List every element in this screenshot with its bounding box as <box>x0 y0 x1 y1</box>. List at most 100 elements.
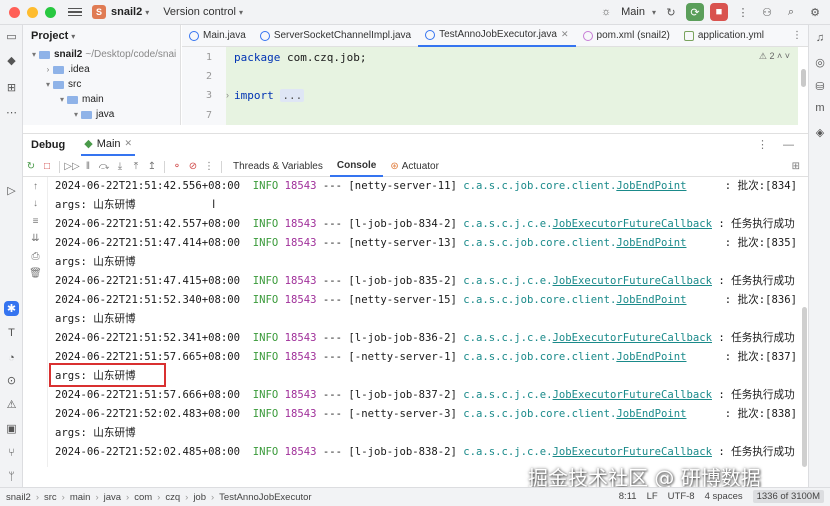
line-ending[interactable]: LF <box>647 491 658 502</box>
clear-console-icon[interactable]: 🗑 <box>29 268 42 279</box>
fold-expand-icon[interactable]: › <box>226 90 229 100</box>
git-branch-icon[interactable]: ᛘ <box>4 469 19 484</box>
scroll-down-icon[interactable]: ↓ <box>29 198 42 209</box>
tab-serversocketchannelimpl[interactable]: ServerSocketChannelImpl.java <box>253 25 418 47</box>
log-class-link[interactable]: JobExecutorFutureCallback <box>553 218 712 230</box>
editor-scrollbar[interactable] <box>801 69 806 87</box>
code-editor[interactable]: 1 package com.czq.job; 2 3 › import ... … <box>182 47 808 125</box>
breadcrumb-item[interactable]: job <box>193 492 206 503</box>
notifications-icon[interactable]: ♫ <box>813 31 827 45</box>
view-breakpoints-icon[interactable]: ⚬ <box>169 161 185 172</box>
resume-icon[interactable]: ⟳ <box>686 3 704 21</box>
file-encoding[interactable]: UTF-8 <box>668 491 695 502</box>
scroll-to-end-icon[interactable]: ⇊ <box>29 233 42 244</box>
print-icon[interactable]: ⎙ <box>29 251 42 262</box>
terminal-tool-icon[interactable]: T <box>4 325 19 340</box>
inspection-warnings[interactable]: ⚠ 2 ˄ ˅ <box>759 51 790 62</box>
breadcrumb-item[interactable]: java <box>104 492 121 503</box>
commit-tool-icon[interactable]: ◆ <box>4 53 19 68</box>
log-class-link[interactable]: JobEndPoint <box>616 408 686 420</box>
version-control-tool-icon[interactable]: ⑂ <box>4 445 19 460</box>
main-menu-icon[interactable] <box>68 7 82 17</box>
structure-tool-icon[interactable]: ⊞ <box>4 80 19 95</box>
tab-main-java[interactable]: Main.java <box>182 25 253 47</box>
tree-item-src[interactable]: ▾ src <box>23 77 180 92</box>
rerun-icon[interactable]: ↻ <box>662 3 680 21</box>
resume-program-icon[interactable]: ▷▷ <box>64 161 80 172</box>
run-dashboard-icon[interactable]: ▷ <box>4 183 19 198</box>
zoom-window-button[interactable] <box>45 6 56 18</box>
log-class-link[interactable]: JobEndPoint <box>616 237 686 249</box>
soft-wrap-icon[interactable]: ≡ <box>29 216 42 227</box>
project-panel-header[interactable]: Project ▾ <box>23 25 180 47</box>
run-configuration-selector[interactable]: Main ▾ <box>621 6 656 18</box>
project-tool-icon[interactable]: ▭ <box>4 29 19 44</box>
run-tool-icon[interactable]: ⊙ <box>4 373 19 388</box>
settings-gear-icon[interactable]: ⚙ <box>806 3 824 21</box>
project-switcher[interactable]: snail2 <box>111 6 142 18</box>
tab-console[interactable]: Console <box>329 157 384 177</box>
mute-breakpoints-icon[interactable]: ⊘ <box>185 161 201 172</box>
breadcrumb-item[interactable]: snail2 <box>6 492 31 503</box>
tab-threads-variables[interactable]: Threads & Variables <box>226 157 330 177</box>
breadcrumb-item[interactable]: com <box>134 492 152 503</box>
console-output[interactable]: 2024-06-22T21:51:42.556+08:00 INFO 18543… <box>49 177 801 467</box>
tab-pom-xml[interactable]: pom.xml (snail2) <box>576 25 677 47</box>
log-class-link[interactable]: JobExecutorFutureCallback <box>553 389 712 401</box>
more-actions-icon[interactable]: ⋮ <box>734 3 752 21</box>
problems-tool-icon[interactable]: ⚠ <box>4 397 19 412</box>
debug-session-tab-main[interactable]: ◆ Main ✕ <box>81 134 136 156</box>
pause-icon[interactable]: ‖ <box>80 161 96 172</box>
ai-assistant-icon[interactable]: ◈ <box>813 125 827 139</box>
more-icon[interactable]: ⋮ <box>201 161 217 172</box>
step-out-icon[interactable]: ⤒ <box>128 161 144 172</box>
run-to-cursor-icon[interactable]: ↥ <box>144 161 160 172</box>
step-into-icon[interactable]: ⤓ <box>112 161 128 172</box>
rerun-icon[interactable]: ↻ <box>23 161 39 172</box>
breadcrumb-item[interactable]: TestAnnoJobExecutor <box>219 492 311 503</box>
log-class-link[interactable]: JobExecutorFutureCallback <box>553 446 712 458</box>
indent-setting[interactable]: 4 spaces <box>705 491 743 502</box>
services-tool-icon[interactable]: ◔ <box>4 350 19 365</box>
breadcrumb-item[interactable]: czq <box>165 492 180 503</box>
tree-item-java[interactable]: ▾ java <box>23 107 180 122</box>
more-tools-icon[interactable]: ⋯ <box>4 105 19 120</box>
tab-testannojobexecutor[interactable]: TestAnnoJobExecutor.java ✕ <box>418 25 576 47</box>
scroll-up-icon[interactable]: ↑ <box>29 181 42 192</box>
maven-icon[interactable]: m <box>813 101 827 115</box>
tab-actuator[interactable]: ⊛ Actuator <box>383 157 446 177</box>
breadcrumb-item[interactable]: main <box>70 492 91 503</box>
version-control-menu[interactable]: Version control <box>163 6 236 18</box>
log-class-link[interactable]: JobExecutorFutureCallback <box>553 332 712 344</box>
log-class-link[interactable]: JobEndPoint <box>616 351 686 363</box>
search-icon[interactable]: ⌕ <box>782 3 800 21</box>
caret-position[interactable]: 8:11 <box>619 491 637 502</box>
log-class-link[interactable]: JobExecutorFutureCallback <box>553 275 712 287</box>
close-session-icon[interactable]: ✕ <box>125 138 133 149</box>
stop-icon[interactable]: □ <box>39 161 55 172</box>
tree-item-main[interactable]: ▾ main <box>23 92 180 107</box>
stop-icon[interactable]: ■ <box>710 3 728 21</box>
tab-application-yml[interactable]: application.yml <box>677 25 771 47</box>
memory-indicator[interactable]: 1336 of 3100M <box>752 490 824 503</box>
log-class-link[interactable]: JobEndPoint <box>616 180 686 192</box>
terminal-window-icon[interactable]: ▣ <box>4 421 19 436</box>
close-window-button[interactable] <box>9 6 20 18</box>
close-tab-icon[interactable]: ✕ <box>561 29 569 40</box>
debug-session-icon[interactable]: ☼ <box>597 3 615 21</box>
layout-settings-icon[interactable]: ⊞ <box>792 161 800 172</box>
tree-item-snail2[interactable]: ▾ snail2 ~/Desktop/code/snai <box>23 47 180 62</box>
breadcrumb-item[interactable]: src <box>44 492 57 503</box>
log-class-link[interactable]: JobEndPoint <box>616 294 686 306</box>
step-over-icon[interactable]: ⤼ <box>96 161 112 172</box>
tree-item-idea[interactable]: › .idea <box>23 62 180 77</box>
database-icon[interactable]: ⛁ <box>813 79 827 93</box>
folded-imports[interactable]: ... <box>280 89 305 102</box>
debug-tool-icon[interactable]: ✱ <box>4 301 19 316</box>
more-tabs-icon[interactable]: ⋮ <box>792 30 802 41</box>
gradle-icon[interactable]: ◎ <box>813 55 827 69</box>
minimize-window-button[interactable] <box>27 6 38 18</box>
console-scrollbar[interactable] <box>801 177 808 467</box>
debug-window-options[interactable]: ⋮ — <box>757 138 800 151</box>
add-user-icon[interactable]: ⚇ <box>758 3 776 21</box>
